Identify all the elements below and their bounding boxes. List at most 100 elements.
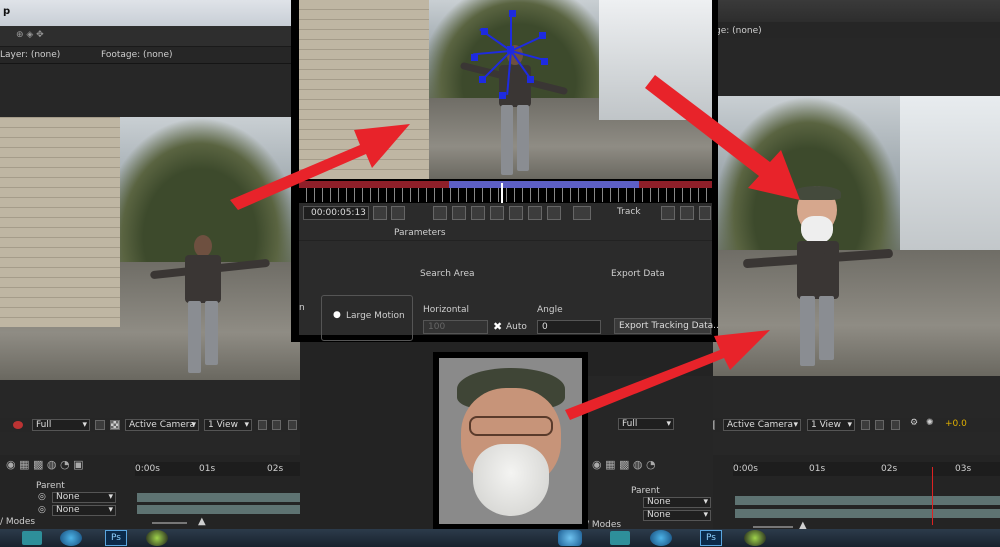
- app-taskbar-icon[interactable]: [744, 530, 766, 546]
- color-channels-icon[interactable]: [13, 421, 23, 429]
- pickwhip-icon[interactable]: ◎: [38, 492, 46, 502]
- browser-taskbar-icon[interactable]: [558, 530, 582, 546]
- right-camera-select[interactable]: Active Camera ▾: [723, 419, 801, 431]
- left-layer-track[interactable]: [137, 505, 300, 514]
- transparency-grid-icon[interactable]: [713, 420, 715, 430]
- fast-previews-icon[interactable]: [875, 420, 884, 430]
- left-zoom-slider[interactable]: [152, 522, 187, 524]
- chevron-down-icon: ▾: [703, 497, 708, 507]
- transparency-grid-icon[interactable]: [110, 420, 120, 430]
- tracking-point[interactable]: [541, 58, 548, 65]
- timeline-switches-icons[interactable]: ◉ ▦ ▩ ◍ ◔: [592, 458, 656, 471]
- left-view-select[interactable]: 1 View ▾: [204, 419, 252, 431]
- track-backward-icon[interactable]: [471, 206, 485, 220]
- browser-taskbar-icon[interactable]: [650, 530, 672, 546]
- stop-icon[interactable]: [490, 206, 504, 220]
- track-left-step-icon[interactable]: [680, 206, 694, 220]
- photoshop-taskbar-icon-left[interactable]: Ps: [105, 530, 127, 546]
- tracked-range: [449, 181, 639, 188]
- left-modes-toggle[interactable]: / Modes: [0, 517, 35, 527]
- right-parent-select[interactable]: None ▾: [643, 497, 711, 508]
- right-playhead[interactable]: [932, 467, 933, 525]
- chevron-down-icon: ▾: [793, 420, 798, 430]
- old-man-head-render: [439, 358, 582, 524]
- exposure-icon[interactable]: ✺: [926, 418, 934, 428]
- left-parent-select[interactable]: None ▾: [52, 505, 116, 516]
- timecode-field[interactable]: 00:00:05:13: [303, 206, 369, 220]
- zoom-in-icon[interactable]: ▲: [198, 516, 206, 527]
- tracker-playhead[interactable]: [501, 183, 503, 205]
- right-view-select[interactable]: 1 View ▾: [807, 419, 855, 431]
- right-footage-tab[interactable]: ge: (none): [715, 26, 762, 36]
- chevron-down-icon: ▾: [82, 420, 87, 430]
- left-time-ruler[interactable]: 0:00s 01s 02s 03s 04s: [135, 462, 300, 476]
- right-comp-viewer[interactable]: [713, 96, 1000, 376]
- left-man-figure: [149, 235, 271, 375]
- left-panel-tabs: Layer: (none) Footage: (none): [0, 47, 300, 64]
- left-layer-tab[interactable]: Layer: (none): [0, 50, 60, 60]
- tracking-point[interactable]: [499, 92, 506, 99]
- right-resolution-select[interactable]: Full ▾: [618, 418, 674, 430]
- parameters-tab[interactable]: Parameters: [394, 228, 446, 238]
- premiere-taskbar-icon[interactable]: [610, 531, 630, 545]
- step-forward-icon[interactable]: [528, 206, 542, 220]
- auto-check-icon[interactable]: ✖: [493, 320, 502, 333]
- left-layer-track[interactable]: [137, 493, 300, 502]
- old-man-glasses: [469, 416, 553, 436]
- flowchart-icon[interactable]: ⚙: [910, 418, 918, 428]
- step-back-icon[interactable]: [452, 206, 466, 220]
- pickwhip-icon[interactable]: ◎: [38, 505, 46, 515]
- left-tool-glyphs[interactable]: ⊕ ◈ ✥: [16, 30, 44, 40]
- left-parent-select[interactable]: None ▾: [52, 492, 116, 503]
- left-camera-select[interactable]: Active Camera ▾: [125, 419, 199, 431]
- app-taskbar-icon[interactable]: [146, 530, 168, 546]
- timeline-switches-icons[interactable]: ◉ ▦ ▩ ◍ ◔ ▣: [6, 458, 83, 471]
- right-zoom-slider[interactable]: [753, 526, 793, 528]
- angle-input[interactable]: 0: [537, 320, 601, 334]
- left-resolution-select[interactable]: Full ▾: [32, 419, 90, 431]
- track-left-icon[interactable]: [661, 206, 675, 220]
- right-layer-track[interactable]: [735, 509, 1000, 518]
- right-layer-track[interactable]: [735, 496, 1000, 505]
- horizontal-input[interactable]: 100: [423, 320, 488, 334]
- old-man-beard: [473, 444, 549, 516]
- photoshop-taskbar-icon-right[interactable]: Ps: [700, 530, 722, 546]
- right-panel-tabs: ge: (none): [713, 22, 1000, 38]
- right-parent-select[interactable]: None ▾: [643, 510, 711, 521]
- angle-label: Angle: [537, 305, 563, 315]
- chevron-down-icon: ▾: [191, 420, 196, 430]
- right-time-ruler[interactable]: 0:00s 01s 02s 03s: [733, 462, 1000, 476]
- right-exposure-value[interactable]: +0.0: [945, 419, 967, 429]
- left-stone-wall: [0, 117, 120, 328]
- set-in-point-icon[interactable]: [373, 206, 387, 220]
- tracker-timeline-bar[interactable]: [299, 181, 712, 188]
- left-footage-tab[interactable]: Footage: (none): [101, 50, 173, 60]
- face-tracking-markers[interactable]: [469, 10, 549, 100]
- right-app-window: ge: (none) Active Camera ▾ 1 View ▾ ⚙ ✺ …: [713, 0, 1000, 547]
- auto-label[interactable]: Auto: [506, 322, 527, 332]
- swap-direction-icon[interactable]: [573, 206, 591, 220]
- left-comp-viewer[interactable]: [0, 117, 300, 380]
- go-to-start-icon[interactable]: [433, 206, 447, 220]
- track-forward-icon[interactable]: [509, 206, 523, 220]
- old-man-head-inset: [433, 352, 588, 530]
- right-old-man-composite: [742, 186, 894, 366]
- large-motion-option[interactable]: Large Motion: [346, 311, 405, 321]
- ruler-tick: 01s: [809, 464, 826, 474]
- region-of-interest-icon[interactable]: [95, 420, 105, 430]
- go-to-end-icon[interactable]: [547, 206, 561, 220]
- radio-selected-icon[interactable]: ●: [333, 310, 341, 320]
- left-parent-header: Parent: [36, 481, 65, 491]
- set-out-point-icon[interactable]: [391, 206, 405, 220]
- timeline-toggle-icon[interactable]: [891, 420, 900, 430]
- browser-taskbar-icon[interactable]: [60, 530, 82, 546]
- premiere-taskbar-icon[interactable]: [22, 531, 42, 545]
- track-more-icon[interactable]: [699, 206, 711, 220]
- toggle-pixel-aspect-icon[interactable]: [258, 420, 267, 430]
- timeline-toggle-icon[interactable]: [288, 420, 297, 430]
- fast-previews-icon[interactable]: [272, 420, 281, 430]
- toggle-pixel-aspect-icon[interactable]: [861, 420, 870, 430]
- export-tracking-data-button[interactable]: Export Tracking Data...: [614, 318, 718, 334]
- left-tool-row: ⊕ ◈ ✥: [0, 26, 300, 47]
- tracker-footage-viewer[interactable]: [299, 0, 712, 179]
